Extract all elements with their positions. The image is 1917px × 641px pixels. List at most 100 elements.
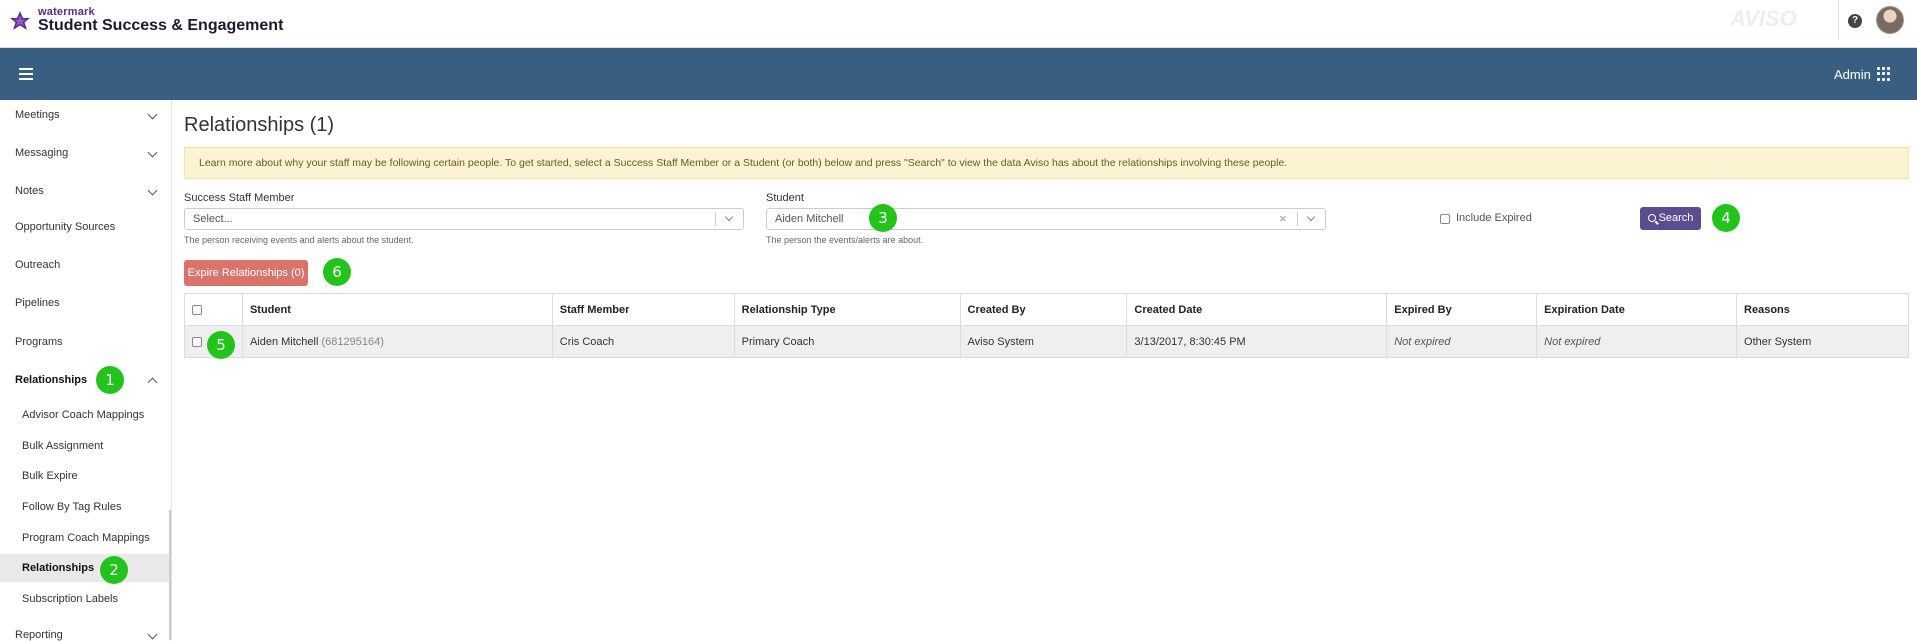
select-separator [1297, 212, 1298, 226]
cell-staff-member: Cris Coach [551, 325, 735, 358]
sidebar-subitem-follow-by-tag-rules[interactable]: Follow By Tag Rules [0, 493, 170, 521]
sidebar-subitem-advisor-coach-mappings[interactable]: Advisor Coach Mappings [0, 401, 170, 429]
include-expired-label: Include Expired [1456, 212, 1532, 224]
chevron-down-icon [147, 629, 158, 640]
info-alert: Learn more about why your staff may be f… [184, 147, 1909, 179]
expire-relationships-button[interactable]: Expire Relationships (0) [184, 260, 308, 286]
top-header: watermark Student Success & Engagement A… [0, 0, 1917, 48]
sidebar-item-messaging[interactable]: Messaging [0, 138, 170, 168]
table-header-row: Student Staff Member Relationship Type C… [184, 293, 1909, 326]
sidebar-subitem-subscription-labels[interactable]: Subscription Labels [0, 585, 170, 613]
chevron-down-icon [147, 109, 158, 120]
chevron-up-icon [147, 377, 158, 388]
main-navbar: Admin [0, 48, 1917, 100]
staff-member-label: Success Staff Member [184, 192, 295, 204]
sidebar-subitem-label: Bulk Assignment [22, 440, 104, 452]
cell-expired-by: Not expired [1386, 325, 1538, 358]
sidebar-item-programs[interactable]: Programs [0, 327, 170, 357]
student-helper: The person the events/alerts are about. [766, 235, 924, 245]
include-expired-checkbox[interactable] [1440, 214, 1450, 224]
sidebar-subitem-bulk-assignment[interactable]: Bulk Assignment [0, 432, 170, 460]
column-header-created-by[interactable]: Created By [959, 293, 1128, 326]
sidebar-item-label: Reporting [15, 629, 63, 641]
sidebar-item-label: Notes [15, 185, 44, 197]
sidebar-item-label: Programs [15, 336, 63, 348]
table-row[interactable]: Aiden Mitchell (681295164) Cris Coach Pr… [184, 325, 1909, 358]
aviso-logo: AVISO [1730, 6, 1797, 31]
sidebar-item-outreach[interactable]: Outreach [0, 250, 170, 280]
staff-member-select[interactable]: Select... [184, 208, 744, 230]
sidebar-scrollbar[interactable] [169, 510, 171, 640]
sidebar-subitem-program-coach-mappings[interactable]: Program Coach Mappings [0, 524, 170, 552]
sidebar-subitem-label: Bulk Expire [22, 470, 78, 482]
step-marker-6: 6 [323, 258, 351, 286]
sidebar-subitem-label: Program Coach Mappings [22, 532, 150, 544]
sidebar-item-reporting[interactable]: Reporting [0, 620, 170, 641]
sidebar-item-label: Messaging [15, 147, 69, 159]
cell-student: Aiden Mitchell (681295164) [241, 325, 553, 358]
cell-created-by: Aviso System [959, 325, 1128, 358]
student-label: Student [766, 192, 804, 204]
sidebar-item-label: Meetings [15, 109, 60, 121]
sidebar-subitem-relationships[interactable]: Relationships [0, 554, 170, 582]
clear-icon[interactable]: × [1279, 211, 1287, 226]
student-select[interactable]: Aiden Mitchell × [766, 208, 1326, 230]
sidebar-subitem-label: Relationships [22, 562, 95, 574]
sidebar-item-label: Pipelines [15, 297, 60, 309]
sidebar-item-opportunity-sources[interactable]: Opportunity Sources [0, 212, 170, 242]
step-marker-5: 5 [207, 331, 235, 359]
chevron-down-icon [1306, 212, 1316, 222]
row-checkbox[interactable] [192, 336, 202, 347]
column-header-expiration-date[interactable]: Expiration Date [1536, 293, 1738, 326]
step-marker-1: 1 [96, 366, 124, 394]
sidebar-subitem-bulk-expire[interactable]: Bulk Expire [0, 462, 170, 490]
chevron-down-icon [724, 212, 734, 222]
app-title: Student Success & Engagement [38, 17, 284, 34]
question-circle-icon[interactable]: ? [1848, 14, 1862, 28]
sidebar: Meetings Messaging Notes Opportunity Sou… [0, 100, 172, 641]
student-name[interactable]: Aiden Mitchell [250, 336, 318, 348]
hamburger-icon[interactable] [19, 68, 33, 80]
step-marker-4: 4 [1712, 204, 1740, 232]
cell-reasons: Other System [1736, 325, 1909, 358]
cell-relationship-type: Primary Coach [733, 325, 961, 358]
select-separator [715, 212, 716, 226]
sidebar-item-relationships[interactable]: Relationships [0, 365, 170, 395]
chevron-down-icon [147, 185, 158, 196]
sidebar-item-meetings[interactable]: Meetings [0, 100, 170, 130]
sidebar-item-label: Opportunity Sources [15, 221, 116, 233]
staff-member-placeholder: Select... [193, 213, 233, 225]
sidebar-subitem-label: Follow By Tag Rules [22, 501, 122, 513]
cell-created-date: 3/13/2017, 8:30:45 PM [1126, 325, 1388, 358]
column-header-reasons[interactable]: Reasons [1736, 293, 1909, 326]
sidebar-item-pipelines[interactable]: Pipelines [0, 288, 170, 318]
sidebar-item-label: Outreach [15, 259, 61, 271]
search-button[interactable]: Search [1640, 207, 1701, 230]
student-id: (681295164) [321, 335, 384, 348]
page-title: Relationships (1) [184, 114, 335, 136]
student-select-value: Aiden Mitchell [775, 213, 844, 225]
header-divider [1838, 0, 1839, 40]
sidebar-item-label: Relationships [15, 374, 88, 386]
user-avatar[interactable] [1876, 6, 1904, 34]
column-header-relationship-type[interactable]: Relationship Type [733, 293, 961, 326]
staff-member-helper: The person receiving events and alerts a… [184, 235, 414, 245]
admin-menu-label[interactable]: Admin [1834, 67, 1871, 82]
cell-expiration-date: Not expired [1536, 325, 1738, 358]
select-all-checkbox[interactable] [192, 304, 202, 315]
select-all-cell [184, 293, 243, 326]
sidebar-subitem-label: Subscription Labels [22, 593, 119, 605]
sidebar-item-notes[interactable]: Notes [0, 176, 170, 206]
column-header-staff-member[interactable]: Staff Member [551, 293, 735, 326]
chevron-down-icon [147, 147, 158, 158]
watermark-logo-icon [10, 11, 30, 30]
step-marker-3: 3 [869, 204, 897, 232]
search-button-label: Search [1658, 212, 1694, 224]
grid-icon[interactable] [1877, 67, 1891, 81]
step-marker-2: 2 [100, 556, 128, 584]
column-header-student[interactable]: Student [241, 293, 553, 326]
search-icon [1647, 214, 1656, 222]
column-header-expired-by[interactable]: Expired By [1386, 293, 1538, 326]
sidebar-subitem-label: Advisor Coach Mappings [22, 409, 145, 421]
column-header-created-date[interactable]: Created Date [1126, 293, 1388, 326]
